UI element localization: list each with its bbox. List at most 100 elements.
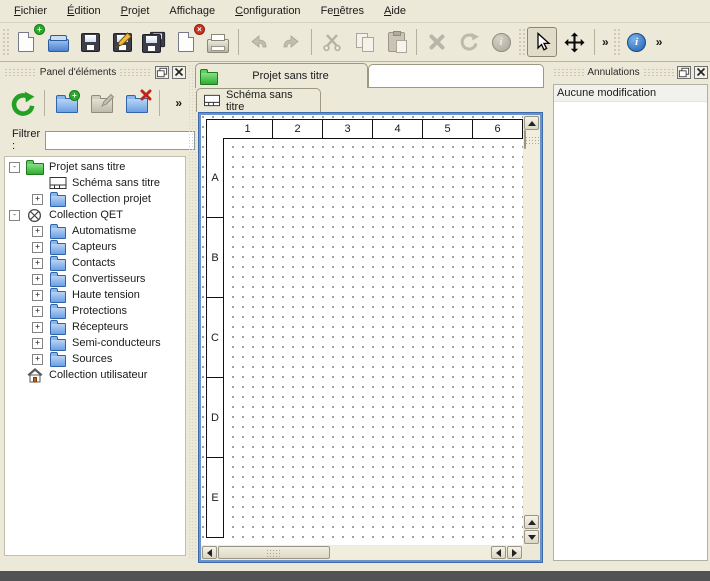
close-file-button[interactable] bbox=[171, 27, 201, 57]
expander-icon[interactable]: + bbox=[32, 194, 43, 205]
horizontal-scroll-track[interactable] bbox=[331, 546, 490, 559]
tree-item-collection-qet[interactable]: - Collection QET bbox=[5, 207, 185, 223]
tree-item-label: Collection utilisateur bbox=[49, 369, 147, 381]
scroll-left-button[interactable] bbox=[491, 546, 506, 559]
expander-icon[interactable]: + bbox=[32, 306, 43, 317]
toolbar-drag-handle[interactable] bbox=[613, 28, 620, 56]
vertical-scroll-thumb[interactable] bbox=[524, 130, 526, 149]
tree-item-collection-projet[interactable]: + Collection projet bbox=[5, 191, 185, 207]
menu-configuration[interactable]: Configuration bbox=[225, 2, 310, 20]
paste-button[interactable] bbox=[381, 27, 411, 57]
move-tool-button[interactable] bbox=[559, 27, 589, 57]
toolbar-overflow-button[interactable]: » bbox=[654, 35, 665, 49]
horizontal-scroll-thumb[interactable] bbox=[218, 546, 330, 559]
save-icon bbox=[81, 33, 100, 52]
expander-icon[interactable]: + bbox=[32, 338, 43, 349]
toolbar-drag-handle[interactable] bbox=[518, 28, 525, 56]
menu-fenetres[interactable]: Fenêtres bbox=[311, 2, 374, 20]
tree-item-schema-sans-titre[interactable]: Schéma sans titre bbox=[5, 175, 185, 191]
scroll-left-button[interactable] bbox=[202, 546, 217, 559]
copy-button[interactable] bbox=[349, 27, 379, 57]
undo-button[interactable] bbox=[244, 27, 274, 57]
diagram-view[interactable]: 1 2 3 4 5 6 A B C D E bbox=[199, 113, 542, 562]
select-tool-button[interactable] bbox=[527, 27, 557, 57]
toolbar-drag-handle[interactable] bbox=[2, 28, 9, 56]
tree-item-contacts[interactable]: + Contacts bbox=[5, 255, 185, 271]
undo-list-item[interactable]: Aucune modification bbox=[554, 85, 707, 102]
about-qet-button[interactable] bbox=[622, 27, 652, 57]
folder-icon bbox=[48, 287, 67, 303]
menu-fichier[interactable]: Fichier bbox=[4, 2, 57, 20]
expander-icon[interactable]: - bbox=[9, 162, 20, 173]
expander-icon[interactable]: + bbox=[32, 242, 43, 253]
print-icon bbox=[207, 39, 229, 53]
vertical-scroll-track[interactable] bbox=[524, 131, 539, 514]
expander-icon[interactable]: + bbox=[32, 354, 43, 365]
redo-button[interactable] bbox=[276, 27, 306, 57]
tabbar-empty-area bbox=[368, 64, 544, 88]
dock-float-button[interactable] bbox=[677, 66, 691, 79]
scroll-up-button[interactable] bbox=[524, 116, 539, 130]
horizontal-scrollbar[interactable] bbox=[201, 545, 523, 560]
element-info-button[interactable] bbox=[486, 27, 516, 57]
tree-item-automatisme[interactable]: + Automatisme bbox=[5, 223, 185, 239]
menu-edition[interactable]: Édition bbox=[57, 2, 111, 20]
menu-aide[interactable]: Aide bbox=[374, 2, 416, 20]
tree-item-projet-sans-titre[interactable]: - Projet sans titre bbox=[5, 159, 185, 175]
filter-input[interactable] bbox=[45, 131, 195, 150]
tree-item-semi-conducteurs[interactable]: + Semi-conducteurs bbox=[5, 335, 185, 351]
tree-item-label: Convertisseurs bbox=[72, 273, 145, 285]
tab-schema-sans-titre[interactable]: Schéma sans titre bbox=[196, 88, 321, 112]
tree-item-label: Récepteurs bbox=[72, 321, 128, 333]
tree-item-recepteurs[interactable]: + Récepteurs bbox=[5, 319, 185, 335]
expander-icon[interactable]: + bbox=[32, 322, 43, 333]
new-element-button[interactable] bbox=[51, 88, 83, 118]
expander-icon[interactable]: + bbox=[32, 226, 43, 237]
expander-icon[interactable]: + bbox=[32, 258, 43, 269]
elements-panel-titlebar[interactable]: Panel d'éléments bbox=[2, 64, 188, 80]
scroll-up-button[interactable] bbox=[524, 515, 539, 529]
open-project-button[interactable] bbox=[43, 27, 73, 57]
dock-float-button[interactable] bbox=[155, 66, 169, 79]
print-button[interactable] bbox=[203, 27, 233, 57]
diagram-canvas[interactable]: 1 2 3 4 5 6 A B C D E bbox=[201, 115, 523, 545]
dock-close-button[interactable] bbox=[172, 66, 186, 79]
tree-item-capteurs[interactable]: + Capteurs bbox=[5, 239, 185, 255]
plus-badge-icon bbox=[69, 90, 80, 101]
delete-element-button[interactable] bbox=[121, 88, 153, 118]
qet-logo-icon bbox=[25, 208, 44, 223]
undo-panel-titlebar[interactable]: Annulations bbox=[551, 64, 710, 80]
vertical-scrollbar[interactable] bbox=[523, 115, 540, 545]
menu-projet[interactable]: Projet bbox=[111, 2, 160, 20]
tree-item-sources[interactable]: + Sources bbox=[5, 351, 185, 367]
cut-button[interactable] bbox=[317, 27, 347, 57]
tree-item-convertisseurs[interactable]: + Convertisseurs bbox=[5, 271, 185, 287]
rotate-button[interactable] bbox=[454, 27, 484, 57]
scroll-right-button[interactable] bbox=[507, 546, 522, 559]
tree-item-collection-utilisateur[interactable]: Collection utilisateur bbox=[5, 367, 185, 383]
menu-affichage[interactable]: Affichage bbox=[159, 2, 225, 20]
toolbar-overflow-button[interactable]: » bbox=[600, 35, 611, 49]
tree-item-protections[interactable]: + Protections bbox=[5, 303, 185, 319]
edit-element-button[interactable] bbox=[86, 88, 118, 118]
expander-icon[interactable]: + bbox=[32, 274, 43, 285]
save-as-button[interactable] bbox=[107, 27, 137, 57]
column-header: 1 bbox=[223, 119, 273, 139]
tab-projet-sans-titre[interactable]: Projet sans titre bbox=[195, 63, 368, 88]
expander-icon[interactable]: - bbox=[9, 210, 20, 221]
save-all-button[interactable] bbox=[139, 27, 169, 57]
panel-overflow-button[interactable]: » bbox=[173, 96, 184, 110]
undo-history-list[interactable]: Aucune modification bbox=[553, 84, 708, 561]
save-button[interactable] bbox=[75, 27, 105, 57]
row-header: E bbox=[206, 458, 224, 538]
dock-close-button[interactable] bbox=[694, 66, 708, 79]
tree-item-haute-tension[interactable]: + Haute tension bbox=[5, 287, 185, 303]
delete-button[interactable] bbox=[422, 27, 452, 57]
schema-icon bbox=[48, 175, 67, 191]
new-document-button[interactable] bbox=[11, 27, 41, 57]
menu-label-part: e bbox=[209, 5, 215, 17]
mdi-area: Projet sans titre Schéma sans titre 1 2 … bbox=[195, 62, 547, 563]
expander-icon[interactable]: + bbox=[32, 290, 43, 301]
reload-collections-button[interactable] bbox=[6, 88, 38, 118]
scroll-down-button[interactable] bbox=[524, 530, 539, 544]
